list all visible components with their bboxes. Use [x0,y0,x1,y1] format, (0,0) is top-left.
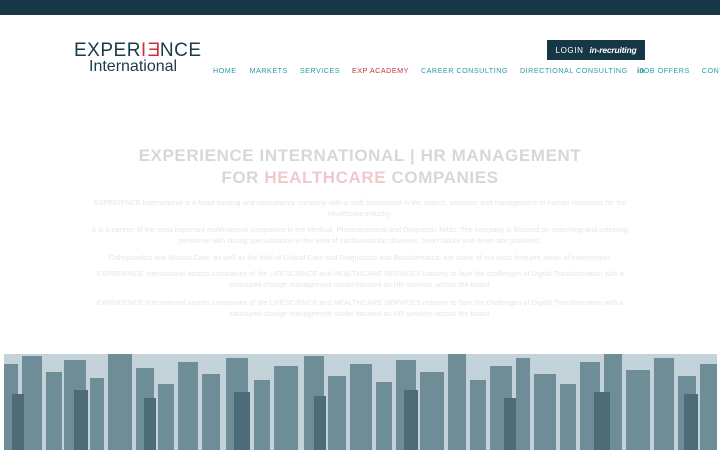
intro-paragraph-5: EXPERIENCE International assists compani… [96,298,624,318]
title-line-1: EXPERIENCE INTERNATIONAL | HR MANAGEMENT [138,146,582,165]
logo-subtitle: International [89,58,178,75]
linkedin-icon[interactable]: in [637,66,644,75]
title-line-2-pre: FOR [221,168,265,187]
title-line-2-post: COMPANIES [386,168,499,187]
nav-item-directional-consulting[interactable]: DIRECTIONAL CONSULTING [520,66,628,76]
in-recruiting-logo: in-recruiting [589,45,637,55]
intro-paragraph-2: It is a partner of the most important mu… [91,225,629,245]
login-label: LOGIN [555,45,584,55]
login-button[interactable]: LOGIN in-recruiting [547,40,645,60]
nav-item-contact[interactable]: CONTACT [702,66,720,76]
skyline-image [4,354,717,450]
title-line-2: FOR HEALTHCARE COMPANIES [0,167,720,189]
intro-paragraph-3: Orthopaedics and Wound Care, as well as … [108,253,612,262]
nav-item-home[interactable]: HOME [213,66,237,76]
intro-paragraph-4: EXPERIENCE International assists compani… [96,269,624,289]
logo[interactable]: EXPERIENCE International [74,40,204,80]
nav-item-markets[interactable]: MARKETS [250,66,288,76]
city-skyline-banner [4,354,717,450]
nav-item-exp-academy[interactable]: EXP ACADEMY [352,66,409,76]
page-title: EXPERIENCE INTERNATIONAL | HR MANAGEMENT… [0,145,720,189]
nav-item-services[interactable]: SERVICES [300,66,340,76]
title-highlight: HEALTHCARE [264,168,387,187]
top-bar [0,0,720,15]
nav-item-job-offers[interactable]: JOB OFFERS [640,66,690,76]
nav-item-career-consulting[interactable]: CAREER CONSULTING [421,66,508,76]
intro-paragraph-1: EXPERIENCE International is a head hunti… [93,198,627,218]
